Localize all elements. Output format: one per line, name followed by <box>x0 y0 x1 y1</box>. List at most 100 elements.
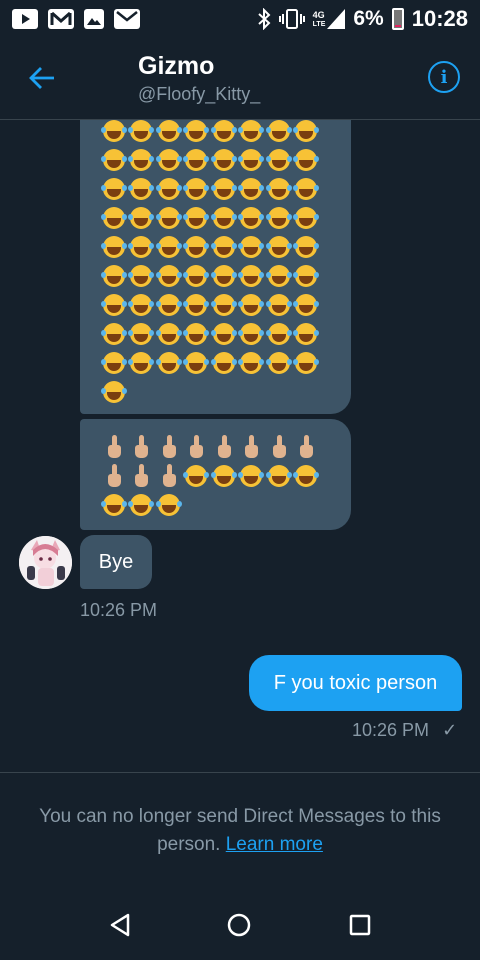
middle-finger-emoji <box>210 433 238 459</box>
laughing-emoji <box>155 175 183 201</box>
laughing-emoji <box>265 462 293 488</box>
laughing-emoji <box>238 204 266 230</box>
laughing-emoji <box>155 204 183 230</box>
laughing-emoji <box>155 349 183 375</box>
laughing-emoji <box>238 120 266 143</box>
laughing-emoji <box>210 462 238 488</box>
clock: 10:28 <box>411 6 468 31</box>
laughing-emoji <box>293 146 321 172</box>
laughing-emoji <box>265 120 293 143</box>
middle-finger-emoji <box>128 433 156 459</box>
laughing-emoji <box>238 262 266 288</box>
laughing-emoji <box>265 349 293 375</box>
laughing-emoji <box>128 204 156 230</box>
learn-more-link[interactable]: Learn more <box>226 834 323 855</box>
laughing-emoji <box>183 175 211 201</box>
message-text: Bye <box>98 550 134 573</box>
laughing-emoji <box>128 491 156 517</box>
message-bubble-emoji-laugh[interactable] <box>80 120 351 414</box>
home-nav-icon[interactable] <box>226 912 252 938</box>
laughing-emoji <box>238 349 266 375</box>
recents-nav-icon[interactable] <box>347 912 373 938</box>
laughing-emoji <box>238 233 266 259</box>
laughing-emoji <box>238 462 266 488</box>
laughing-emoji <box>183 204 211 230</box>
incoming-timestamp: 10:26 PM <box>80 600 158 620</box>
laughing-emoji <box>210 120 238 143</box>
laughing-emoji <box>210 175 238 201</box>
laughing-emoji <box>100 175 128 201</box>
battery-icon <box>391 8 404 30</box>
status-bar: 4G LTE 6% 10:28 <box>0 0 480 38</box>
laughing-emoji <box>265 175 293 201</box>
laughing-emoji <box>238 291 266 317</box>
laughing-emoji <box>128 291 156 317</box>
laughing-emoji <box>265 233 293 259</box>
back-nav-icon[interactable] <box>107 912 133 938</box>
laughing-emoji <box>293 462 321 488</box>
conversation-title[interactable]: Gizmo <box>138 52 214 81</box>
mail-icon <box>114 9 140 29</box>
laughing-emoji <box>238 320 266 346</box>
system-nav-bar <box>0 888 480 960</box>
laughing-emoji <box>128 349 156 375</box>
laughing-emoji <box>155 146 183 172</box>
laughing-emoji <box>183 462 211 488</box>
laughing-emoji <box>183 291 211 317</box>
laughing-emoji <box>265 320 293 346</box>
message-bubble-outgoing[interactable]: F you toxic person <box>249 655 462 711</box>
laughing-emoji <box>210 262 238 288</box>
laughing-emoji <box>128 120 156 143</box>
laughing-emoji <box>183 120 211 143</box>
laughing-emoji <box>128 320 156 346</box>
laughing-emoji <box>100 262 128 288</box>
message-bubble-emoji-mixed[interactable] <box>80 419 351 530</box>
laugh-emoji-grid <box>100 120 351 404</box>
signal-icon: 4G LTE <box>313 9 346 29</box>
info-icon[interactable]: i <box>428 61 460 93</box>
gallery-icon <box>84 9 104 29</box>
gmail-icon <box>48 9 74 29</box>
laughing-emoji <box>183 262 211 288</box>
laughing-emoji <box>238 146 266 172</box>
middle-finger-emoji <box>100 433 128 459</box>
battery-percent: 6% <box>353 7 384 30</box>
laughing-emoji <box>128 233 156 259</box>
laughing-emoji <box>293 120 321 143</box>
laughing-emoji <box>155 320 183 346</box>
laughing-emoji <box>155 233 183 259</box>
laughing-emoji <box>238 175 266 201</box>
laughing-emoji <box>183 320 211 346</box>
vibrate-icon <box>278 9 305 29</box>
laughing-emoji <box>265 146 293 172</box>
laughing-emoji <box>293 349 321 375</box>
message-bubble-bye[interactable]: Bye <box>80 535 152 589</box>
laughing-emoji <box>293 233 321 259</box>
laughing-emoji <box>128 262 156 288</box>
laughing-emoji <box>100 320 128 346</box>
conversation-handle[interactable]: @Floofy_Kitty_ <box>138 84 260 105</box>
outgoing-timestamp: 10:26 PM ✓ <box>352 720 457 741</box>
laughing-emoji <box>100 204 128 230</box>
dm-restricted-notice: You can no longer send Direct Messages t… <box>20 803 460 859</box>
middle-finger-emoji <box>293 433 321 459</box>
back-arrow-icon[interactable] <box>26 62 58 94</box>
laughing-emoji <box>293 291 321 317</box>
laughing-emoji <box>293 204 321 230</box>
laughing-emoji <box>265 204 293 230</box>
avatar[interactable] <box>19 536 72 589</box>
middle-finger-emoji <box>128 462 156 488</box>
divider <box>0 772 480 773</box>
laughing-emoji <box>210 349 238 375</box>
laughing-emoji <box>155 120 183 143</box>
middle-finger-emoji <box>155 462 183 488</box>
laughing-emoji <box>155 291 183 317</box>
laughing-emoji <box>100 291 128 317</box>
laughing-emoji <box>155 491 183 517</box>
laughing-emoji <box>100 146 128 172</box>
conversation-header: Gizmo @Floofy_Kitty_ i <box>0 38 480 120</box>
outgoing-time: 10:26 PM <box>352 720 430 740</box>
laughing-emoji <box>100 349 128 375</box>
laughing-emoji <box>128 146 156 172</box>
laughing-emoji <box>210 204 238 230</box>
